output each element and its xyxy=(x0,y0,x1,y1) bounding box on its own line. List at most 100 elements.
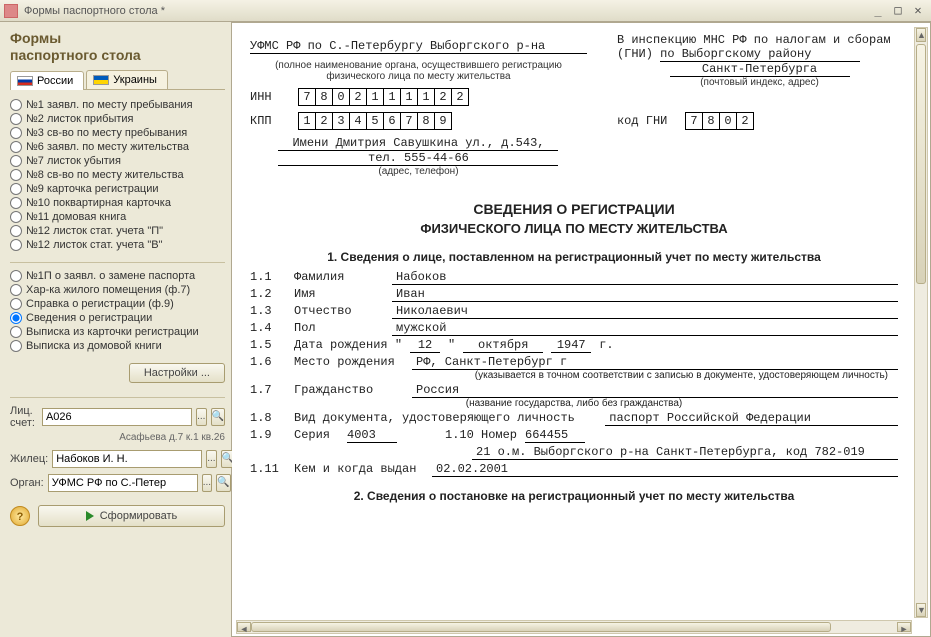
code-cell: 4 xyxy=(349,112,367,130)
code-cell: 1 xyxy=(383,88,401,106)
form-radio-item[interactable]: №1П о заявл. о замене паспорта xyxy=(10,269,225,283)
minimize-button[interactable]: _ xyxy=(869,4,887,18)
account-input[interactable] xyxy=(42,408,192,426)
code-cell: 2 xyxy=(349,88,367,106)
scrollbar-vertical[interactable]: ▲ ▼ xyxy=(914,27,928,618)
form-list-1: №1 заявл. по месту пребывания№2 листок п… xyxy=(10,98,225,252)
form-radio-label: №12 листок стат. учета "В" xyxy=(26,239,163,251)
val-citizenship: Россия xyxy=(412,383,898,398)
val-sex: мужской xyxy=(392,321,898,336)
form-radio-label: №9 карточка регистрации xyxy=(26,183,159,195)
code-cell: 8 xyxy=(417,112,435,130)
org-input[interactable] xyxy=(48,474,198,492)
form-radio-item[interactable]: №3 св-во по месту пребывания xyxy=(10,126,225,140)
help-icon[interactable]: ? xyxy=(10,506,30,526)
kpp-label: КПП xyxy=(250,114,290,128)
scrollbar-horizontal[interactable]: ◄ ► xyxy=(236,620,912,634)
form-radio-item[interactable]: Выписка из карточки регистрации xyxy=(10,325,225,339)
document-viewport: УФМС РФ по С.-Петербургу Выборгского р-н… xyxy=(236,27,912,618)
tab-russia[interactable]: России xyxy=(10,71,84,90)
form-radio-item[interactable]: Сведения о регистрации xyxy=(10,311,225,325)
form-radio-label: №8 св-во по месту жительства xyxy=(26,169,184,181)
scroll-down-icon[interactable]: ▼ xyxy=(916,603,926,617)
form-radio-item[interactable]: №7 листок убытия xyxy=(10,154,225,168)
insp-line2: по Выборгскому району xyxy=(660,47,860,62)
note-birthplace: (указывается в точном соответствии с зап… xyxy=(250,370,898,381)
code-cell: 2 xyxy=(451,88,469,106)
code-cell: 8 xyxy=(702,112,720,130)
form-radio-item[interactable]: №2 листок прибытия xyxy=(10,112,225,126)
val-doctype: паспорт Российской Федерации xyxy=(605,411,898,426)
org-name: УФМС РФ по С.-Петербургу Выборгского р-н… xyxy=(250,39,587,54)
form-radio-item[interactable]: №12 листок стат. учета "П" xyxy=(10,224,225,238)
flag-ua-icon xyxy=(93,75,109,85)
form-radio-item[interactable]: №11 домовая книга xyxy=(10,210,225,224)
account-search-button[interactable]: 🔍 xyxy=(211,408,225,426)
val-patronymic: Николаевич xyxy=(392,304,898,319)
code-cell: 9 xyxy=(434,112,452,130)
val-issuer: 21 о.м. Выборгского р-на Санкт-Петербург… xyxy=(472,445,898,460)
code-cell: 2 xyxy=(736,112,754,130)
titlebar: Формы паспортного стола * _ □ ✕ xyxy=(0,0,931,22)
scroll-thumb-v[interactable] xyxy=(916,44,926,284)
addr-line1: Имени Дмитрия Савушкина ул., д.543, xyxy=(278,136,558,151)
form-radio-label: №6 заявл. по месту жительства xyxy=(26,141,189,153)
org-search-button[interactable]: 🔍 xyxy=(216,474,230,492)
form-radio-label: №2 листок прибытия xyxy=(26,113,134,125)
org-caption: (полное наименование органа, осуществивш… xyxy=(250,60,587,82)
tab-russia-label: России xyxy=(37,75,73,87)
form-radio-item[interactable]: №9 карточка регистрации xyxy=(10,182,225,196)
org-row: Орган: ... 🔍 xyxy=(10,474,225,492)
scroll-left-icon[interactable]: ◄ xyxy=(237,622,251,632)
insp-line3: Санкт-Петербурга xyxy=(670,62,850,77)
account-row: Лиц. счет: ... 🔍 xyxy=(10,405,225,429)
form-radio-label: Хар-ка жилого помещения (ф.7) xyxy=(26,284,190,296)
code-cell: 1 xyxy=(366,88,384,106)
account-note: Асафьева д.7 к.1 кв.26 xyxy=(10,432,225,443)
code-cell: 5 xyxy=(366,112,384,130)
form-radio-item[interactable]: Выписка из домовой книги xyxy=(10,339,225,353)
org-browse-button[interactable]: ... xyxy=(202,474,212,492)
scroll-right-icon[interactable]: ► xyxy=(897,622,911,632)
val-dob-day: 12 xyxy=(410,338,440,353)
note-citizenship: (название государства, либо без гражданс… xyxy=(250,398,898,409)
form-radio-item[interactable]: №1 заявл. по месту пребывания xyxy=(10,98,225,112)
code-cell: 3 xyxy=(332,112,350,130)
tenant-browse-button[interactable]: ... xyxy=(206,450,216,468)
tab-ukraine[interactable]: Украины xyxy=(86,70,168,89)
play-icon xyxy=(86,511,94,521)
val-dob-month: октября xyxy=(463,338,543,353)
org-label: Орган: xyxy=(10,477,44,489)
kpp-cells: 123456789 xyxy=(298,112,452,130)
maximize-button[interactable]: □ xyxy=(889,4,907,18)
form-radio-item[interactable]: №12 листок стат. учета "В" xyxy=(10,238,225,252)
tenant-input[interactable] xyxy=(52,450,202,468)
insp-caption: (почтовый индекс, адрес) xyxy=(617,77,902,88)
generate-button[interactable]: Сформировать xyxy=(38,505,225,527)
form-radio-item[interactable]: №8 св-во по месту жительства xyxy=(10,168,225,182)
val-birthplace: РФ, Санкт-Петербург г xyxy=(412,355,898,370)
code-cell: 1 xyxy=(298,112,316,130)
form-radio-item[interactable]: Хар-ка жилого помещения (ф.7) xyxy=(10,283,225,297)
form-radio-item[interactable]: Справка о регистрации (ф.9) xyxy=(10,297,225,311)
scroll-up-icon[interactable]: ▲ xyxy=(916,28,926,42)
settings-button[interactable]: Настройки ... xyxy=(129,363,225,383)
account-label: Лиц. счет: xyxy=(10,405,38,429)
gni-label: код ГНИ xyxy=(617,114,677,128)
form-radio-item[interactable]: №6 заявл. по месту жительства xyxy=(10,140,225,154)
insp-gni-label: (ГНИ) xyxy=(617,47,653,61)
close-button[interactable]: ✕ xyxy=(909,4,927,18)
form-list-2: №1П о заявл. о замене паспортаХар-ка жил… xyxy=(10,269,225,353)
scroll-thumb-h[interactable] xyxy=(251,622,831,632)
code-cell: 1 xyxy=(417,88,435,106)
val-number: 664455 xyxy=(525,428,585,443)
addr-caption: (адрес, телефон) xyxy=(250,166,587,177)
form-radio-label: №3 св-во по месту пребывания xyxy=(26,127,187,139)
form-radio-item[interactable]: №10 поквартирная карточка xyxy=(10,196,225,210)
account-browse-button[interactable]: ... xyxy=(196,408,207,426)
sidebar: Формыпаспортного стола России Украины №1… xyxy=(0,22,232,637)
tenant-label: Жилец: xyxy=(10,453,48,465)
sidebar-heading: Формыпаспортного стола xyxy=(10,30,225,64)
app-icon xyxy=(4,4,18,18)
section-2-head: 2. Сведения о постановке на регистрацион… xyxy=(250,489,898,503)
